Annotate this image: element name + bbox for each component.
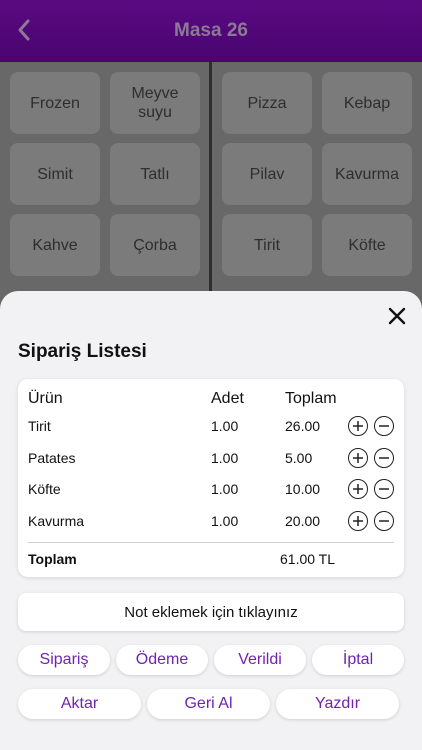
- order-table: Ürün Adet Toplam Tirit 1.00 26.00 Patate…: [18, 379, 404, 577]
- menu-tile-tirit[interactable]: Tirit: [222, 214, 312, 276]
- plus-icon: [353, 453, 363, 463]
- delivered-button[interactable]: Verildi: [214, 645, 306, 675]
- item-name: Köfte: [28, 481, 61, 497]
- sheet-title: Sipariş Listesi: [18, 341, 147, 362]
- menu-tile-kavurma[interactable]: Kavurma: [322, 143, 412, 205]
- close-icon: [388, 307, 406, 325]
- undo-button[interactable]: Geri Al: [147, 689, 270, 719]
- payment-button[interactable]: Ödeme: [116, 645, 208, 675]
- decrease-button[interactable]: [374, 448, 394, 468]
- menu-tile-kofte[interactable]: Köfte: [322, 214, 412, 276]
- divider: [28, 542, 394, 543]
- cancel-button[interactable]: İptal: [312, 645, 404, 675]
- menu-tile-tatli[interactable]: Tatlı: [110, 143, 200, 205]
- transfer-button[interactable]: Aktar: [18, 689, 141, 719]
- increase-button[interactable]: [348, 479, 368, 499]
- plus-icon: [353, 484, 363, 494]
- table-row: Patates 1.00 5.00: [18, 444, 404, 474]
- item-total: 10.00: [285, 481, 321, 497]
- decrease-button[interactable]: [374, 479, 394, 499]
- app-header: Masa 26: [0, 0, 422, 62]
- menu-tile-pizza[interactable]: Pizza: [222, 72, 312, 134]
- table-row: Tirit 1.00 26.00: [18, 412, 404, 442]
- close-button[interactable]: [386, 305, 408, 327]
- total-value: 61.00 TL: [280, 551, 336, 567]
- increase-button[interactable]: [348, 511, 368, 531]
- column-header-quantity: Adet: [211, 390, 244, 407]
- plus-icon: [353, 421, 363, 431]
- plus-icon: [353, 516, 363, 526]
- item-total: 26.00: [285, 418, 321, 434]
- minus-icon: [379, 520, 389, 522]
- item-total: 20.00: [285, 513, 321, 529]
- minus-icon: [379, 457, 389, 459]
- item-total: 5.00: [285, 450, 313, 466]
- menu-tile-meyve-suyu[interactable]: Meyve suyu: [110, 72, 200, 134]
- item-quantity: 1.00: [211, 450, 239, 466]
- order-button[interactable]: Sipariş: [18, 645, 110, 675]
- print-button[interactable]: Yazdır: [276, 689, 399, 719]
- increase-button[interactable]: [348, 416, 368, 436]
- menu-tile-frozen[interactable]: Frozen: [10, 72, 100, 134]
- column-header-total: Toplam: [285, 390, 337, 407]
- column-header-product: Ürün: [28, 390, 63, 407]
- item-quantity: 1.00: [211, 481, 239, 497]
- menu-tile-kahve[interactable]: Kahve: [10, 214, 100, 276]
- item-quantity: 1.00: [211, 418, 239, 434]
- item-quantity: 1.00: [211, 513, 239, 529]
- decrease-button[interactable]: [374, 511, 394, 531]
- table-row: Köfte 1.00 10.00: [18, 475, 404, 505]
- minus-icon: [379, 488, 389, 490]
- add-note-button[interactable]: Not eklemek için tıklayınız: [18, 593, 404, 631]
- table-row: Kavurma 1.00 20.00: [18, 507, 404, 537]
- item-name: Patates: [28, 450, 76, 466]
- order-sheet: Sipariş Listesi Ürün Adet Toplam Tirit 1…: [0, 291, 422, 750]
- total-label: Toplam: [28, 551, 77, 567]
- grid-divider: [209, 62, 212, 312]
- menu-tile-corba[interactable]: Çorba: [110, 214, 200, 276]
- menu-tile-kebap[interactable]: Kebap: [322, 72, 412, 134]
- minus-icon: [379, 425, 389, 427]
- item-name: Tirit: [28, 418, 51, 434]
- page-title: Masa 26: [174, 20, 248, 41]
- increase-button[interactable]: [348, 448, 368, 468]
- menu-tile-simit[interactable]: Simit: [10, 143, 100, 205]
- item-name: Kavurma: [28, 513, 85, 529]
- decrease-button[interactable]: [374, 416, 394, 436]
- menu-tile-pilav[interactable]: Pilav: [222, 143, 312, 205]
